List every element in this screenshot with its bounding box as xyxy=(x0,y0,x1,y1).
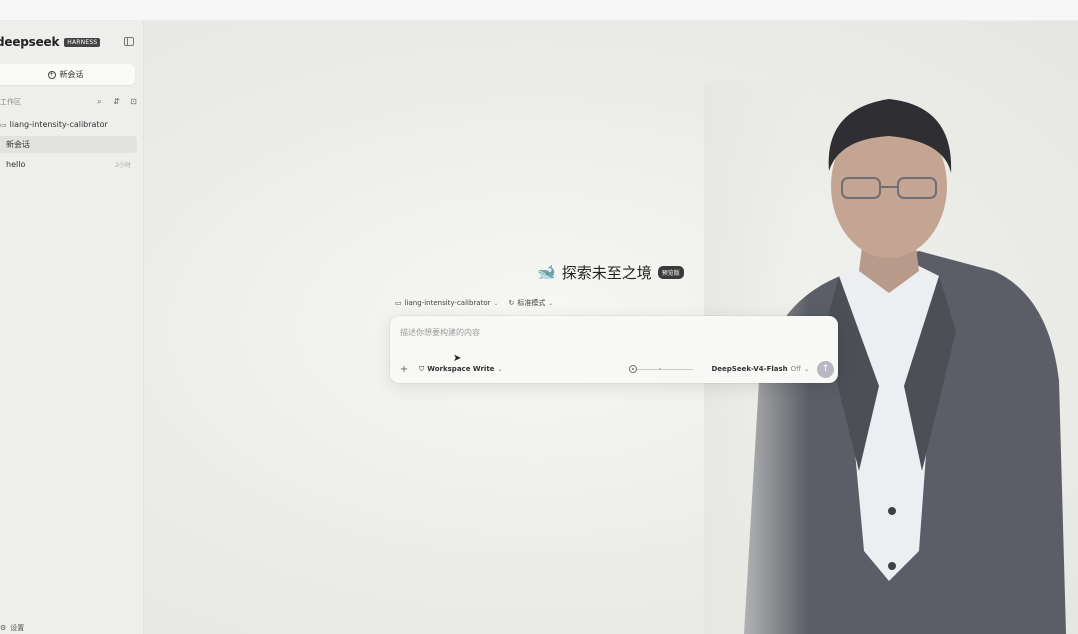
workspace-write-label: Workspace Write xyxy=(427,365,495,373)
slider-knob[interactable] xyxy=(629,365,638,373)
new-folder-icon[interactable]: ⊡ xyxy=(129,97,138,106)
mode-selector[interactable]: ↻ 标准模式 ⌄ xyxy=(509,298,554,308)
shield-icon: ⛉ xyxy=(419,364,425,373)
brand-tag: HARNESS xyxy=(64,37,101,47)
folder-icon: ▭ xyxy=(0,120,7,129)
refresh-icon: ↻ xyxy=(508,299,515,307)
composer-toolbar: + ⛉ Workspace Write ⌄ DeepSeek-V4-Flash … xyxy=(398,360,834,378)
folder-icon: ▭ xyxy=(395,299,402,307)
section-actions: ⌕ ⇵ ⊡ xyxy=(95,97,138,106)
new-chat-label: 新会话 xyxy=(59,70,84,79)
send-button[interactable]: ↑ xyxy=(817,360,834,378)
context-row: ▭ liang-intensity-calibrator ⌄ ↻ 标准模式 ⌄ xyxy=(395,297,553,309)
model-selector[interactable]: DeepSeek-V4-Flash Off ⌄ xyxy=(711,365,809,373)
model-state: Off xyxy=(790,365,801,373)
sidebar-collapse-icon[interactable] xyxy=(124,37,134,46)
new-chat-button[interactable]: + 新会话 xyxy=(0,64,135,85)
hero-header: 🐋 探索未至之境 预览版 xyxy=(537,261,684,283)
model-label: DeepSeek-V4-Flash xyxy=(711,365,788,373)
tree-item-project[interactable]: ▭ liang-intensity-calibrator xyxy=(0,116,137,133)
search-icon[interactable]: ⌕ xyxy=(95,97,104,106)
sidebar: deepseek HARNESS + 新会话 工作区 ⌕ ⇵ ⊡ ▭ liang… xyxy=(0,21,144,634)
chevron-down-icon: ⌄ xyxy=(803,365,809,373)
hero-title: 探索未至之境 xyxy=(561,263,652,282)
tree-item-hello[interactable]: hello 2小时 xyxy=(0,156,137,173)
arrow-up-icon: ↑ xyxy=(821,363,830,374)
chevron-down-icon: ⌄ xyxy=(548,299,554,307)
tree-item-label: hello xyxy=(6,160,26,169)
tree-item-label: liang-intensity-calibrator xyxy=(9,120,108,129)
preview-badge: 预览版 xyxy=(657,265,684,279)
workspace-write-selector[interactable]: ⛉ Workspace Write ⌄ xyxy=(419,365,502,374)
main-area: 🐋 探索未至之境 预览版 ▭ liang-intensity-calibrato… xyxy=(144,21,1078,634)
chevron-down-icon: ⌄ xyxy=(493,299,499,307)
workspace-label: liang-intensity-calibrator xyxy=(404,299,491,307)
brand-logo: deepseek xyxy=(0,35,60,49)
composer: ➤ + ⛉ Workspace Write ⌄ DeepSeek-V4-Flas… xyxy=(390,316,838,383)
slider-track xyxy=(633,369,694,370)
settings-button[interactable]: ⚙ 设置 xyxy=(0,623,24,633)
window-titlebar xyxy=(0,0,1078,21)
filter-icon[interactable]: ⇵ xyxy=(112,97,121,106)
workspace-section-header: 工作区 ⌕ ⇵ ⊡ xyxy=(0,97,138,107)
tree-item-label: 新会话 xyxy=(6,140,30,149)
gear-icon: ⚙ xyxy=(0,624,7,632)
add-attachment-button[interactable]: + xyxy=(398,364,410,375)
plus-circle-icon: + xyxy=(47,70,56,79)
prompt-input[interactable] xyxy=(400,325,820,339)
tree-item-time: 2小时 xyxy=(115,162,131,169)
workspace-selector[interactable]: ▭ liang-intensity-calibrator ⌄ xyxy=(395,299,499,307)
settings-label: 设置 xyxy=(10,624,25,632)
brand: deepseek HARNESS xyxy=(0,35,101,49)
reasoning-slider[interactable] xyxy=(629,365,694,373)
whale-logo-icon: 🐋 xyxy=(537,263,556,281)
chevron-down-icon: ⌄ xyxy=(497,365,503,373)
mode-label: 标准模式 xyxy=(517,299,546,307)
workspace-section-label: 工作区 xyxy=(0,98,21,106)
tree-item-new-chat[interactable]: 新会话 xyxy=(0,136,137,153)
